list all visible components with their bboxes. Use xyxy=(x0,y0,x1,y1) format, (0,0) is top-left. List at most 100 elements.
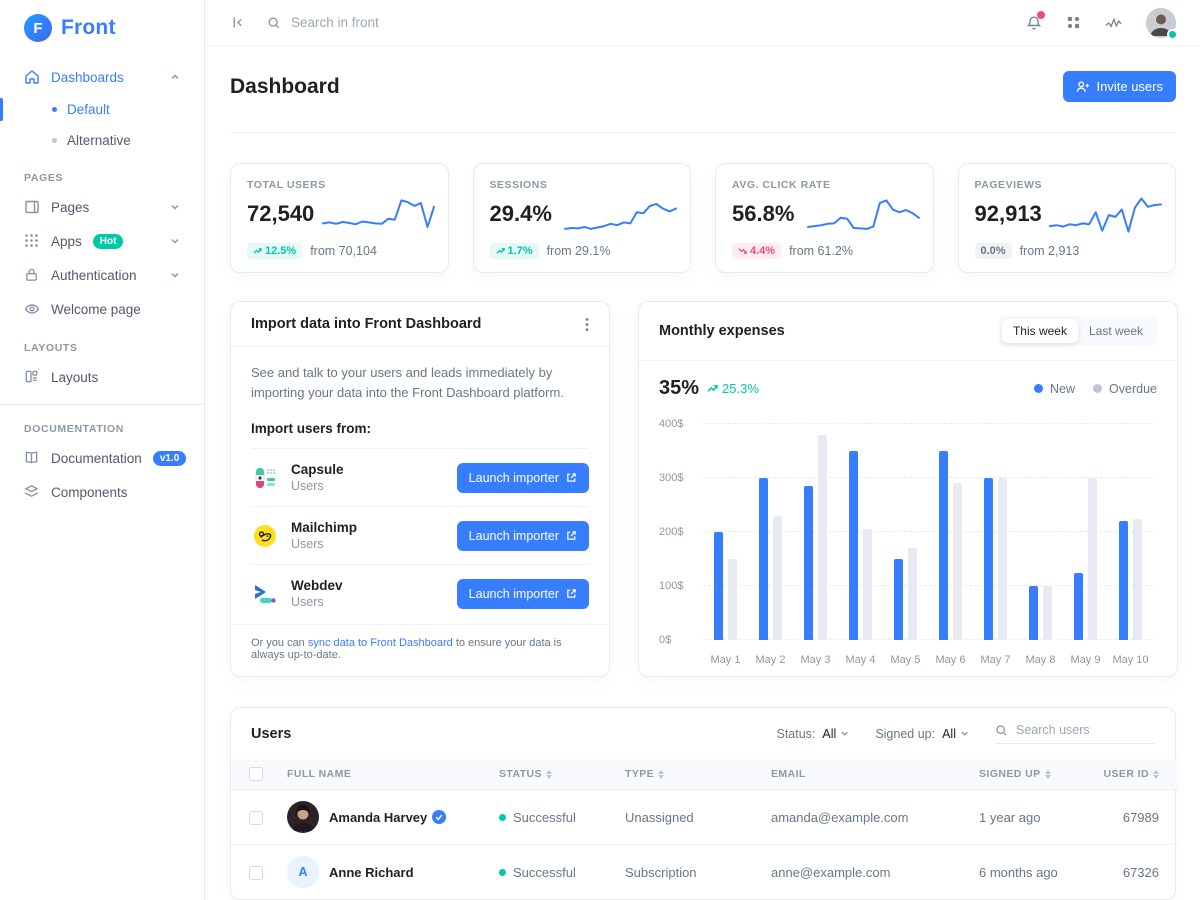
table-row[interactable]: Amanda Harvey Successful Unassigned aman… xyxy=(231,790,1179,845)
bar-overdue xyxy=(908,548,917,640)
avatar xyxy=(287,801,319,833)
middle-row: Import data into Front Dashboard See and… xyxy=(230,301,1176,677)
bar-new xyxy=(1029,586,1038,640)
sync-data-link[interactable]: sync data to Front Dashboard xyxy=(308,637,453,649)
activity-button[interactable] xyxy=(1105,16,1122,30)
apps-menu-button[interactable] xyxy=(1066,15,1081,30)
table-row[interactable]: A Anne Richard Successful Subscription a… xyxy=(231,845,1179,900)
card-title: Monthly expenses xyxy=(659,323,785,339)
import-app-sub: Users xyxy=(291,537,357,551)
select-all-checkbox[interactable] xyxy=(249,767,263,781)
sidebar-item-layouts[interactable]: Layouts xyxy=(0,360,204,394)
signed-up-filter[interactable]: Signed up: All xyxy=(875,727,969,741)
sidebar-item-apps[interactable]: Apps Hot xyxy=(0,224,204,258)
webdev-logo-icon xyxy=(251,580,279,608)
sidebar-item-dashboards[interactable]: Dashboards xyxy=(0,60,204,94)
status-filter[interactable]: Status: All xyxy=(776,727,849,741)
x-axis-tick: May 9 xyxy=(1063,654,1108,666)
sidebar-item-label: Dashboards xyxy=(51,70,124,85)
bar-group xyxy=(838,424,883,640)
trend-down-icon xyxy=(738,247,747,255)
chevron-down-icon xyxy=(170,236,180,246)
pages-icon xyxy=(24,199,40,215)
users-search-input[interactable] xyxy=(1016,723,1136,737)
user-signed-up: 1 year ago xyxy=(969,790,1091,845)
avatar: A xyxy=(287,856,319,888)
row-checkbox[interactable] xyxy=(249,866,263,880)
trend-up-icon xyxy=(707,384,718,393)
user-signed-up: 6 months ago xyxy=(969,845,1091,900)
kebab-menu-icon[interactable] xyxy=(585,317,589,332)
import-app-sub: Users xyxy=(291,479,344,493)
search-input[interactable] xyxy=(291,15,591,30)
external-link-icon xyxy=(566,472,577,483)
launch-importer-button-capsule[interactable]: Launch importer xyxy=(457,463,589,493)
bar-group xyxy=(793,424,838,640)
users-search[interactable] xyxy=(995,723,1155,744)
column-header-full-name[interactable]: FULL NAME xyxy=(287,768,351,780)
sidebar-item-documentation[interactable]: Documentation v1.0 xyxy=(0,441,204,475)
legend-item-new: New xyxy=(1034,382,1075,396)
stat-card-sessions[interactable]: SESSIONS 29.4% 1.7% from 29.1% xyxy=(473,163,692,273)
row-checkbox[interactable] xyxy=(249,811,263,825)
column-header-signed-up[interactable]: SIGNED UP xyxy=(979,768,1051,780)
user-avatar[interactable] xyxy=(1146,8,1176,38)
bar-new xyxy=(759,478,768,640)
x-axis-tick: May 7 xyxy=(973,654,1018,666)
app-logo[interactable]: F Front xyxy=(0,10,204,60)
column-header-type[interactable]: TYPE xyxy=(625,768,664,780)
tab-this-week[interactable]: This week xyxy=(1002,319,1078,343)
bar-group xyxy=(973,424,1018,640)
column-header-email[interactable]: EMAIL xyxy=(771,768,806,780)
collapse-sidebar-icon[interactable] xyxy=(230,15,245,30)
global-search[interactable] xyxy=(267,15,1026,30)
sort-icon xyxy=(658,770,664,779)
bars-area xyxy=(703,424,1153,640)
invite-users-button[interactable]: Invite users xyxy=(1063,71,1176,102)
bar-overdue xyxy=(1043,586,1052,640)
search-icon xyxy=(995,724,1008,737)
user-plus-icon xyxy=(1076,80,1090,93)
stat-card-total-users[interactable]: TOTAL USERS 72,540 12.5% from 70,104 xyxy=(230,163,449,273)
y-axis-tick: 200$ xyxy=(659,526,683,538)
monthly-expenses-card: Monthly expenses This week Last week 35%… xyxy=(638,301,1178,677)
status-badge: Successful xyxy=(499,810,605,825)
sidebar-item-label: Apps xyxy=(51,234,82,249)
legend-dot-overdue xyxy=(1093,384,1102,393)
tab-last-week[interactable]: Last week xyxy=(1078,319,1154,343)
sidebar-item-pages[interactable]: Pages xyxy=(0,190,204,224)
sidebar-item-welcome-page[interactable]: Welcome page xyxy=(0,292,204,326)
sidebar-item-default[interactable]: Default xyxy=(0,94,204,125)
sidebar-item-label: Components xyxy=(51,485,128,500)
launch-importer-button-webdev[interactable]: Launch importer xyxy=(457,579,589,609)
sort-icon xyxy=(1045,770,1051,779)
notification-dot xyxy=(1037,11,1045,19)
user-type: Unassigned xyxy=(615,790,761,845)
invite-users-label: Invite users xyxy=(1097,79,1163,94)
y-axis-tick: 300$ xyxy=(659,472,683,484)
bar-new xyxy=(1074,573,1083,641)
users-table: FULL NAME STATUS TYPE EMAIL SIGNED UP US… xyxy=(231,759,1179,899)
sidebar-item-alternative[interactable]: Alternative xyxy=(0,125,204,156)
stat-card-avg-click-rate[interactable]: AVG. CLICK RATE 56.8% 4.4% from 61.2% xyxy=(715,163,934,273)
search-icon xyxy=(267,16,281,30)
launch-importer-button-mailchimp[interactable]: Launch importer xyxy=(457,521,589,551)
x-axis-tick: May 4 xyxy=(838,654,883,666)
y-axis-tick: 100$ xyxy=(659,580,683,592)
stats-row: TOTAL USERS 72,540 12.5% from 70,104 SES… xyxy=(230,163,1176,273)
sparkline-chart xyxy=(321,188,436,244)
expenses-delta: 25.3% xyxy=(707,381,759,396)
sidebar-item-label: Welcome page xyxy=(51,302,141,317)
import-app-name: Webdev xyxy=(291,578,343,593)
stat-from: from 29.1% xyxy=(547,244,611,258)
sidebar-item-components[interactable]: Components xyxy=(0,475,204,509)
stat-from: from 61.2% xyxy=(789,244,853,258)
import-app-name: Capsule xyxy=(291,462,344,477)
stat-card-pageviews[interactable]: PAGEVIEWS 92,913 0.0% from 2,913 xyxy=(958,163,1177,273)
chart-legend: New Overdue xyxy=(1034,382,1157,396)
column-header-user-id[interactable]: USER ID xyxy=(1103,768,1159,780)
expenses-value: 35% xyxy=(659,377,699,400)
column-header-status[interactable]: STATUS xyxy=(499,768,552,780)
notifications-button[interactable] xyxy=(1026,15,1042,31)
sidebar-item-authentication[interactable]: Authentication xyxy=(0,258,204,292)
